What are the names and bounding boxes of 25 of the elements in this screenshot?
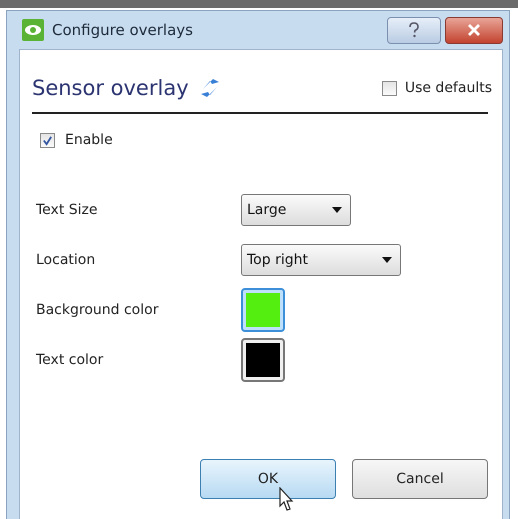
- setting-label: Background color: [35, 302, 160, 318]
- dialog-button[interactable]: OK: [200, 459, 336, 499]
- color-swatch[interactable]: [241, 338, 285, 382]
- close-button[interactable]: [445, 16, 503, 44]
- refresh-icon[interactable]: [198, 77, 221, 99]
- section-title: Sensor overlay: [32, 76, 189, 100]
- cursor-icon: [279, 487, 295, 513]
- dropdown-arrow-icon: [382, 257, 392, 263]
- setting-label: Location: [35, 252, 96, 268]
- checkbox[interactable]: [40, 132, 55, 148]
- setting-label: Text Size: [35, 202, 99, 218]
- dropdown[interactable]: Top right: [241, 244, 401, 276]
- dropdown[interactable]: Large: [241, 194, 351, 226]
- checkbox-label: Enable: [65, 132, 113, 148]
- checkbox[interactable]: [382, 80, 397, 96]
- checkbox-label: Use defaults: [404, 80, 492, 96]
- setting-label: Text color: [35, 352, 104, 368]
- help-button[interactable]: [387, 16, 441, 44]
- dialog-button[interactable]: Cancel: [352, 459, 488, 499]
- eye-icon: [22, 19, 44, 41]
- help-icon: [408, 22, 420, 38]
- dropdown-arrow-icon: [332, 207, 342, 213]
- close-icon: [467, 24, 481, 36]
- window-title: Configure overlays: [52, 21, 193, 39]
- color-swatch[interactable]: [241, 288, 285, 332]
